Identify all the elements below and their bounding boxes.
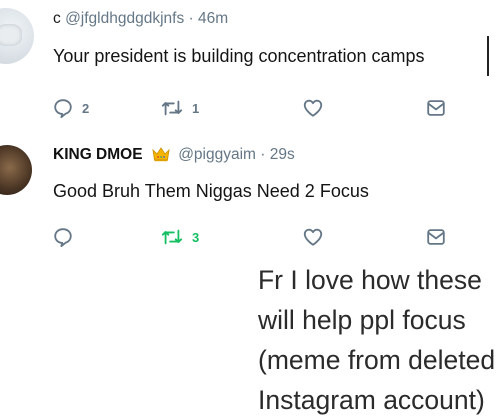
share-icon (425, 226, 447, 248)
avatar[interactable] (0, 8, 34, 64)
tweet-header: c @jfgldhgdgdkjnfs · 46m (53, 10, 228, 28)
timestamp[interactable]: 46m (198, 10, 228, 27)
separator: · (188, 10, 194, 27)
like-button[interactable] (302, 225, 324, 249)
reply-icon (52, 226, 74, 248)
tweet-header: KING DMOE @piggyaim · 29s (53, 146, 295, 167)
retweet-icon (160, 226, 184, 248)
tweet-actions: 2 1 (0, 96, 500, 120)
reply-button[interactable]: 2 (52, 96, 89, 120)
avatar[interactable] (0, 145, 32, 195)
retweet-count: 3 (192, 229, 200, 245)
share-icon (425, 97, 447, 119)
tweet-1[interactable]: c @jfgldhgdgdkjnfs · 46m Your president … (0, 0, 500, 132)
reply-count: 2 (82, 100, 90, 116)
like-icon (302, 226, 324, 248)
user-handle[interactable]: @jfgldhgdgdkjnfs (65, 10, 184, 27)
user-handle[interactable]: @piggyaim (178, 146, 256, 163)
text-cursor (487, 36, 489, 76)
like-button[interactable] (302, 96, 324, 120)
tweet-text: Good Bruh Them Niggas Need 2 Focus (53, 181, 369, 201)
retweet-count: 1 (192, 100, 200, 116)
handle-prefix: c (53, 10, 61, 27)
retweet-button[interactable]: 1 (160, 96, 199, 120)
crown-icon (152, 146, 170, 167)
share-button[interactable] (425, 225, 447, 249)
share-button[interactable] (425, 96, 447, 120)
like-icon (302, 97, 324, 119)
retweet-button[interactable]: 3 (160, 225, 199, 249)
reply-button[interactable] (52, 225, 82, 249)
retweet-icon (160, 97, 184, 119)
tweet-2[interactable]: KING DMOE @piggyaim · 29s Good Bruh Them… (0, 132, 500, 258)
timestamp[interactable]: 29s (270, 146, 295, 163)
tweet-text: Your president is building concentration… (53, 46, 425, 66)
tweet-screenshot: c @jfgldhgdgdkjnfs · 46m Your president … (0, 0, 500, 258)
meme-caption: Fr I love how these will help ppl focus … (258, 265, 496, 415)
display-name[interactable]: KING DMOE (53, 146, 143, 163)
separator: · (260, 146, 266, 163)
tweet-actions: 3 (0, 225, 500, 249)
reply-icon (52, 97, 74, 119)
